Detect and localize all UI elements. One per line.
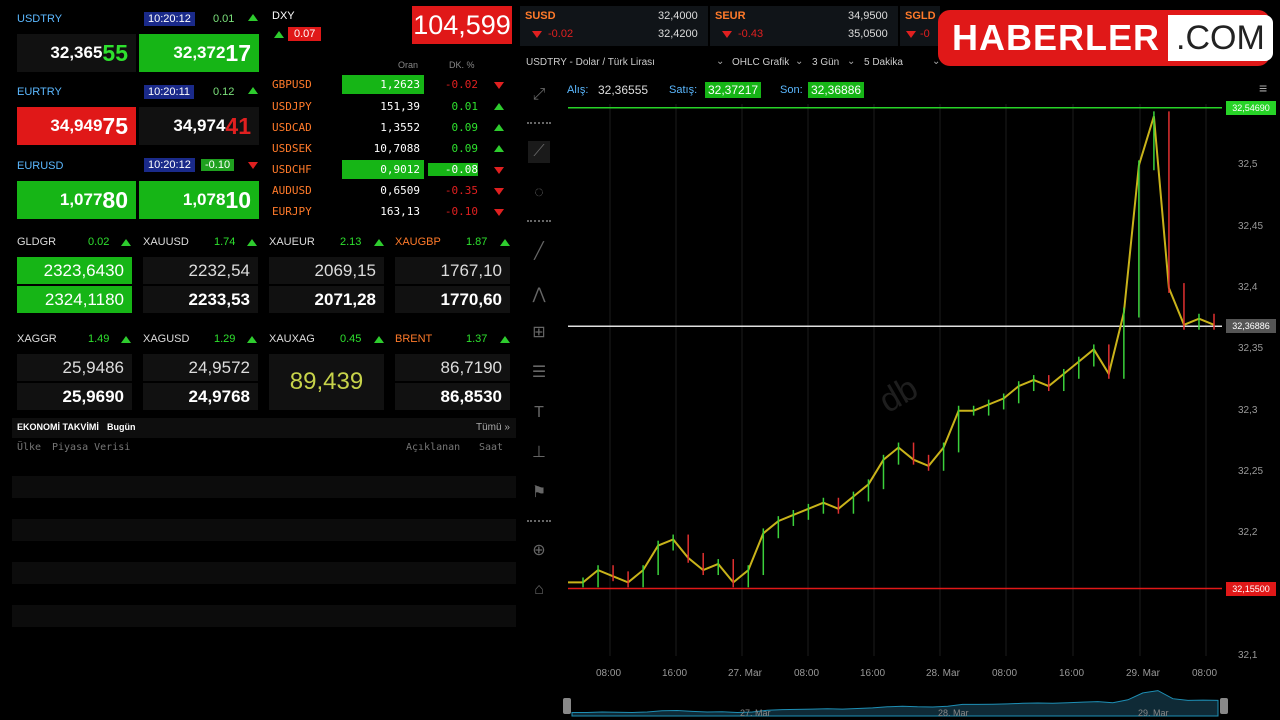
navigator-label: 28. Mar [938, 708, 969, 718]
navigator-handle-right [1220, 698, 1228, 714]
y-tick-label: 32,1 [1238, 650, 1258, 661]
x-tick-label: 16:00 [662, 668, 688, 679]
price-chart[interactable]: db [0, 0, 1280, 720]
price-tag: 32,15500 [1226, 581, 1276, 596]
navigator-handle-left [563, 698, 571, 714]
svg-text:db: db [873, 369, 925, 421]
x-tick-label: 29. Mar [1126, 668, 1160, 679]
chart-series [568, 111, 1215, 588]
y-tick-label: 32,4 [1238, 282, 1258, 293]
y-tick-label: 32,25 [1238, 466, 1264, 477]
y-tick-label: 32,2 [1238, 527, 1258, 539]
navigator-area [571, 690, 1219, 717]
series-line [568, 116, 1215, 584]
price-tag: 32,54690 [1226, 100, 1276, 115]
x-tick-label: 16:00 [1059, 668, 1085, 679]
x-tick-label: 08:00 [794, 668, 820, 679]
navigator-label: 27. Mar [740, 708, 771, 718]
x-tick-label: 08:00 [992, 668, 1018, 679]
y-tick-label: 32,35 [1238, 343, 1264, 355]
y-tick-label: 32,45 [1238, 220, 1264, 232]
navigator-label: 29. Mar [1138, 708, 1169, 718]
y-tick-label: 32,5 [1238, 159, 1258, 171]
x-tick-label: 16:00 [860, 668, 886, 679]
x-tick-label: 08:00 [596, 668, 622, 679]
chart-navigator [563, 690, 1228, 717]
x-tick-label: 28. Mar [926, 668, 960, 679]
x-tick-label: 08:00 [1192, 668, 1218, 679]
chart-watermark: db [873, 369, 925, 421]
price-tag: 32,36886 [1226, 319, 1276, 334]
y-tick-label: 32,3 [1238, 404, 1258, 416]
x-tick-label: 27. Mar [728, 668, 762, 679]
